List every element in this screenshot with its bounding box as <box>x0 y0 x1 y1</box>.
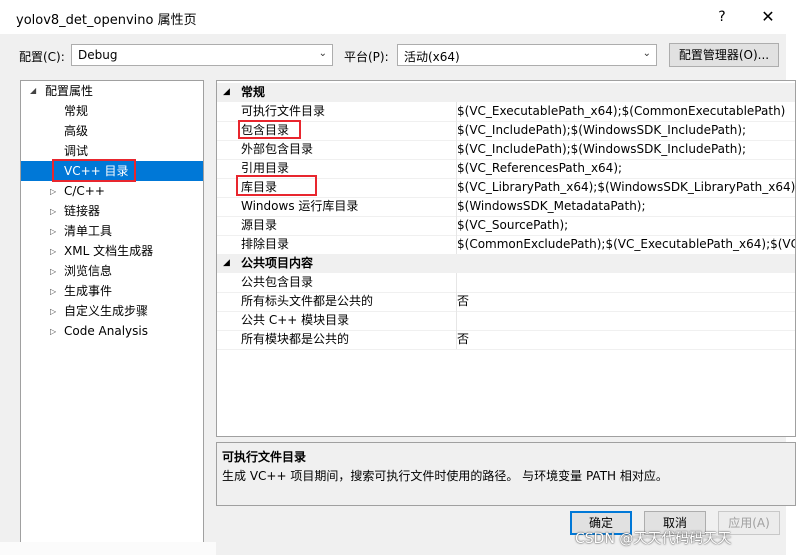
property-name: 源目录 <box>241 218 278 232</box>
property-value[interactable]: $(VC_IncludePath);$(WindowsSDK_IncludePa… <box>456 121 795 140</box>
category-public-project-content[interactable]: ◢ 公共项目内容 <box>217 254 795 273</box>
property-row[interactable]: 外部包含目录 $(VC_IncludePath);$(WindowsSDK_Inc… <box>217 140 795 160</box>
triangle-collapsed-icon[interactable]: ▷ <box>50 262 56 282</box>
tree-item-label: 清单工具 <box>64 224 113 238</box>
property-value[interactable]: $(VC_LibraryPath_x64);$(WindowsSDK_Libra… <box>456 178 795 197</box>
property-row[interactable]: 可执行文件目录 $(VC_ExecutablePath_x64);$(Common… <box>217 102 795 122</box>
tree-item-linker[interactable]: ▷ 链接器 <box>21 201 203 221</box>
property-name: 可执行文件目录 <box>241 104 326 118</box>
tree-item-manifest-tool[interactable]: ▷ 清单工具 <box>21 221 203 241</box>
tree-item-label: 生成事件 <box>64 284 113 298</box>
tree-item-custom-build-step[interactable]: ▷ 自定义生成步骤 <box>21 301 203 321</box>
tree-item-label: XML 文档生成器 <box>64 244 154 258</box>
config-manager-button[interactable]: 配置管理器(O)... <box>669 43 779 67</box>
property-row[interactable]: 公共包含目录 <box>217 273 795 293</box>
watermark-text: CSDN @天天代码码天天 <box>575 531 732 547</box>
platform-label: 平台(P): <box>344 50 389 64</box>
property-tree: ◢ 配置属性 常规 高级 调试 VC++ 目录 ▷ C/C++ ▷ 链接器 ▷ … <box>20 80 204 550</box>
tree-item-advanced[interactable]: 高级 <box>21 121 203 141</box>
property-name: 所有标头文件都是公共的 <box>241 294 374 308</box>
category-general[interactable]: ◢ 常规 <box>217 83 795 102</box>
tree-item-code-analysis[interactable]: ▷ Code Analysis <box>21 321 203 341</box>
chevron-down-icon: ⌄ <box>642 48 651 59</box>
triangle-expanded-icon[interactable]: ◢ <box>223 83 230 102</box>
tree-item-label: 链接器 <box>64 204 101 218</box>
config-value: Debug <box>78 48 118 62</box>
property-name: 公共包含目录 <box>241 275 314 289</box>
triangle-expanded-icon[interactable]: ◢ <box>223 254 230 273</box>
triangle-collapsed-icon[interactable]: ▷ <box>50 282 56 302</box>
property-value[interactable]: $(WindowsSDK_MetadataPath); <box>456 197 795 216</box>
tree-item-browse-info[interactable]: ▷ 浏览信息 <box>21 261 203 281</box>
property-row[interactable]: 公共 C++ 模块目录 <box>217 311 795 331</box>
property-name: 所有模块都是公共的 <box>241 332 350 346</box>
tree-item-label: 高级 <box>64 124 89 138</box>
platform-value: 活动(x64) <box>404 50 460 64</box>
triangle-collapsed-icon[interactable]: ▷ <box>50 322 56 342</box>
tree-item-debugging[interactable]: 调试 <box>21 141 203 161</box>
property-value[interactable]: $(CommonExcludePath);$(VC_ExecutablePath… <box>456 235 795 254</box>
chevron-down-icon: ⌄ <box>318 48 327 59</box>
tree-item-build-events[interactable]: ▷ 生成事件 <box>21 281 203 301</box>
tree-item-general[interactable]: 常规 <box>21 101 203 121</box>
tree-item-label: 自定义生成步骤 <box>64 304 149 318</box>
tree-item-label: Code Analysis <box>64 324 148 338</box>
tree-item-c-cpp[interactable]: ▷ C/C++ <box>21 181 203 201</box>
property-name: Windows 运行库目录 <box>241 199 359 213</box>
tree-item-label: C/C++ <box>64 184 105 198</box>
property-value[interactable]: 否 <box>456 330 795 349</box>
triangle-expanded-icon[interactable]: ◢ <box>30 81 36 101</box>
triangle-collapsed-icon[interactable]: ▷ <box>50 202 56 222</box>
triangle-collapsed-icon[interactable]: ▷ <box>50 302 56 322</box>
property-name: 排除目录 <box>241 237 290 251</box>
property-row[interactable]: 排除目录 $(CommonExcludePath);$(VC_Executable… <box>217 235 795 255</box>
property-row[interactable]: Windows 运行库目录 $(WindowsSDK_MetadataPath); <box>217 197 795 217</box>
property-row[interactable]: 源目录 $(VC_SourcePath); <box>217 216 795 236</box>
tree-item-label: 浏览信息 <box>64 264 113 278</box>
property-value[interactable]: 否 <box>456 292 795 311</box>
description-pane: 可执行文件目录 生成 VC++ 项目期间，搜索可执行文件时使用的路径。 与环境变… <box>216 442 796 506</box>
property-row[interactable]: 包含目录 $(VC_IncludePath);$(WindowsSDK_Inclu… <box>217 121 795 141</box>
description-text: 生成 VC++ 项目期间，搜索可执行文件时使用的路径。 与环境变量 PATH 相… <box>222 469 668 483</box>
platform-dropdown[interactable]: 活动(x64) ⌄ <box>397 44 657 66</box>
category-label: 常规 <box>241 85 266 99</box>
tree-item-label: 常规 <box>64 104 89 118</box>
property-value[interactable]: $(VC_IncludePath);$(WindowsSDK_IncludePa… <box>456 140 795 159</box>
triangle-collapsed-icon[interactable]: ▷ <box>50 242 56 262</box>
property-value[interactable] <box>456 273 795 292</box>
tree-root[interactable]: ◢ 配置属性 <box>21 81 203 101</box>
property-value[interactable]: $(VC_ExecutablePath_x64);$(CommonExecuta… <box>456 102 795 121</box>
window-title: yolov8_det_openvino 属性页 <box>16 13 197 28</box>
title-bar: yolov8_det_openvino 属性页 ? ✕ <box>0 0 800 34</box>
property-value[interactable]: $(VC_ReferencesPath_x64); <box>456 159 795 178</box>
triangle-collapsed-icon[interactable]: ▷ <box>50 182 56 202</box>
tree-item-label: 调试 <box>64 144 89 158</box>
tree-root-label: 配置属性 <box>45 84 94 98</box>
config-label: 配置(C): <box>19 50 65 64</box>
background-editor-strip <box>0 542 216 555</box>
highlight-box-include-dirs <box>238 120 301 139</box>
tree-item-xml-doc-generator[interactable]: ▷ XML 文档生成器 <box>21 241 203 261</box>
property-grid: ◢ 常规 可执行文件目录 $(VC_ExecutablePath_x64);$(C… <box>216 80 796 437</box>
property-value[interactable] <box>456 311 795 330</box>
description-title: 可执行文件目录 <box>222 450 307 464</box>
triangle-collapsed-icon[interactable]: ▷ <box>50 222 56 242</box>
config-dropdown[interactable]: Debug ⌄ <box>71 44 333 66</box>
property-name: 公共 C++ 模块目录 <box>241 313 350 327</box>
category-label: 公共项目内容 <box>241 256 314 270</box>
help-icon[interactable]: ? <box>712 7 732 27</box>
property-name: 外部包含目录 <box>241 142 314 156</box>
property-row[interactable]: 所有模块都是公共的 否 <box>217 330 795 350</box>
property-row[interactable]: 所有标头文件都是公共的 否 <box>217 292 795 312</box>
highlight-box-vc-directories <box>52 159 136 182</box>
highlight-box-library-dirs <box>236 175 317 196</box>
property-value[interactable]: $(VC_SourcePath); <box>456 216 795 235</box>
close-icon[interactable]: ✕ <box>757 6 779 28</box>
